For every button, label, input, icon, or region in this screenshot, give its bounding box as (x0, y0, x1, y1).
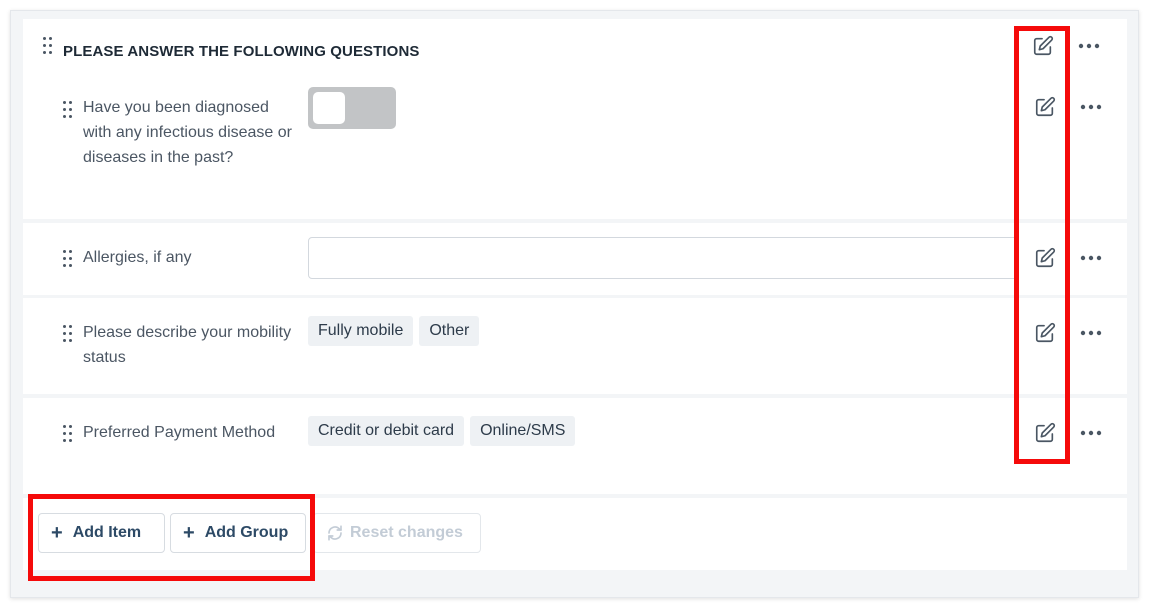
more-horizontal-icon[interactable] (1079, 95, 1103, 119)
add-group-button[interactable]: + Add Group (170, 513, 306, 553)
group-header: PLEASE ANSWER THE FOLLOWING QUESTIONS (23, 19, 1127, 73)
add-item-label: Add Item (72, 524, 142, 541)
allergies-input[interactable] (308, 237, 1018, 279)
more-horizontal-icon[interactable] (1079, 421, 1103, 445)
edit-icon[interactable] (1031, 34, 1055, 58)
add-item-button[interactable]: + Add Item (38, 513, 165, 553)
question-label: Preferred Payment Method (83, 424, 276, 441)
edit-icon[interactable] (1033, 321, 1057, 345)
infectious-disease-toggle[interactable] (308, 87, 396, 129)
question-label: Please describe your mobility status (83, 324, 292, 366)
edit-icon[interactable] (1033, 95, 1057, 119)
option-chip[interactable]: Online/SMS (470, 416, 576, 446)
add-group-label: Add Group (204, 524, 289, 541)
question-row: Please describe your mobility status Ful… (23, 298, 1127, 394)
question-row: Preferred Payment Method Credit or debit… (23, 398, 1127, 494)
reset-changes-button[interactable]: Reset changes (313, 513, 481, 553)
footer-actions: + Add Item + Add Group Reset changes (23, 498, 1127, 570)
toggle-knob (313, 92, 345, 124)
plus-icon: + (51, 522, 63, 544)
reset-changes-label: Reset changes (350, 524, 463, 541)
questionnaire-panel: PLEASE ANSWER THE FOLLOWING QUESTIONS Ha… (10, 10, 1139, 598)
question-label: Allergies, if any (83, 249, 192, 266)
payment-options: Credit or debit card Online/SMS (308, 416, 576, 446)
drag-handle-icon[interactable] (63, 325, 73, 343)
refresh-icon (326, 524, 344, 542)
drag-handle-icon[interactable] (63, 101, 73, 119)
question-row: Have you been diagnosed with any infecti… (23, 73, 1127, 219)
mobility-options: Fully mobile Other (308, 316, 480, 346)
drag-handle-icon[interactable] (63, 425, 73, 443)
edit-icon[interactable] (1033, 246, 1057, 270)
more-horizontal-icon[interactable] (1077, 34, 1101, 58)
option-chip[interactable]: Other (419, 316, 480, 346)
more-horizontal-icon[interactable] (1079, 321, 1103, 345)
option-chip[interactable]: Fully mobile (308, 316, 414, 346)
option-chip[interactable]: Credit or debit card (308, 416, 465, 446)
question-row: Allergies, if any (23, 223, 1127, 295)
drag-handle-icon[interactable] (63, 250, 73, 268)
drag-handle-icon[interactable] (43, 37, 53, 55)
group-title: PLEASE ANSWER THE FOLLOWING QUESTIONS (63, 43, 420, 60)
more-horizontal-icon[interactable] (1079, 246, 1103, 270)
edit-icon[interactable] (1033, 421, 1057, 445)
plus-icon: + (183, 522, 195, 544)
question-label: Have you been diagnosed with any infecti… (83, 99, 292, 166)
